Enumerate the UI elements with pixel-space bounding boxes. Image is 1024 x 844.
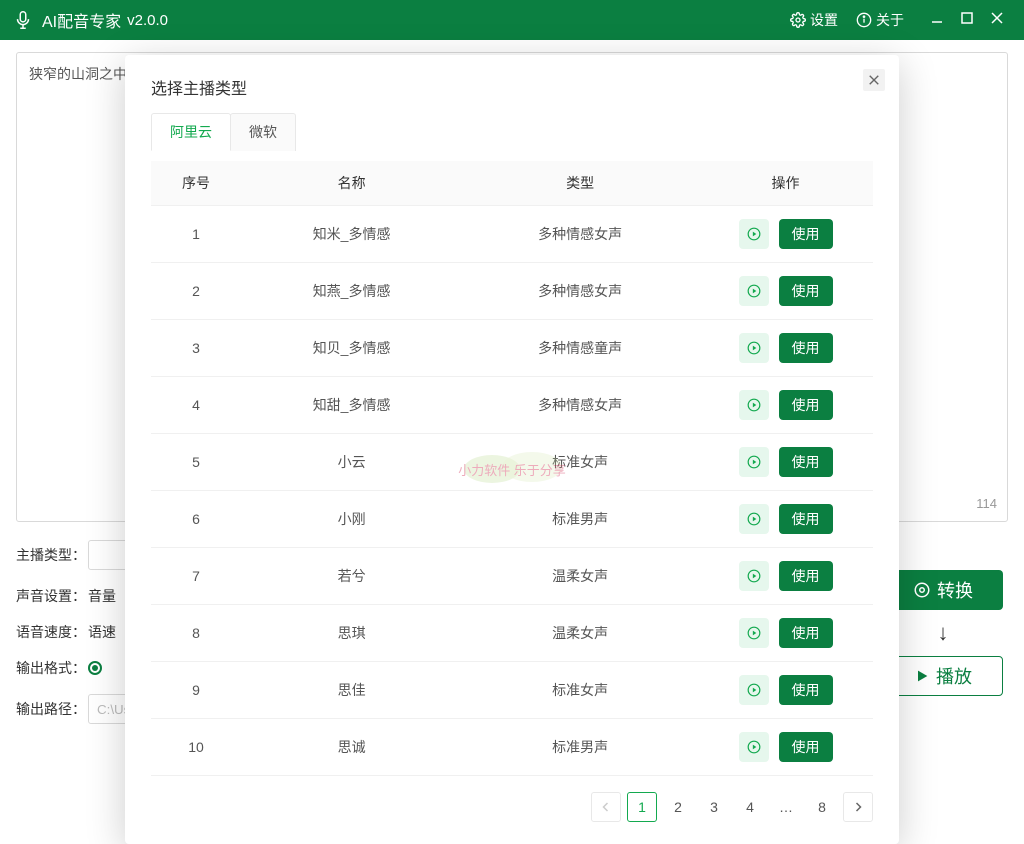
cell-name: 小刚 xyxy=(241,491,462,548)
use-voice-button[interactable]: 使用 xyxy=(779,333,833,363)
cell-type: 标准女声 xyxy=(462,434,698,491)
col-name: 名称 xyxy=(241,161,462,206)
cell-name: 知甜_多情感 xyxy=(241,377,462,434)
use-voice-button[interactable]: 使用 xyxy=(779,732,833,762)
page-number[interactable]: 2 xyxy=(663,792,693,822)
play-circle-icon xyxy=(747,227,761,241)
use-voice-button[interactable]: 使用 xyxy=(779,390,833,420)
preview-play-button[interactable] xyxy=(739,276,769,306)
table-row: 9思佳标准女声 使用 xyxy=(151,662,873,719)
use-voice-button[interactable]: 使用 xyxy=(779,675,833,705)
cell-name: 思诚 xyxy=(241,719,462,776)
table-row: 6小刚标准男声 使用 xyxy=(151,491,873,548)
table-row: 7若兮温柔女声 使用 xyxy=(151,548,873,605)
cell-index: 8 xyxy=(151,605,241,662)
page-next[interactable] xyxy=(843,792,873,822)
play-circle-icon xyxy=(747,341,761,355)
provider-tabs: 阿里云 微软 xyxy=(151,113,873,151)
cell-index: 5 xyxy=(151,434,241,491)
preview-play-button[interactable] xyxy=(739,561,769,591)
use-voice-button[interactable]: 使用 xyxy=(779,504,833,534)
preview-play-button[interactable] xyxy=(739,447,769,477)
chevron-left-icon xyxy=(601,802,611,812)
play-circle-icon xyxy=(747,740,761,754)
cell-type: 多种情感童声 xyxy=(462,320,698,377)
pagination: 1234…8 xyxy=(151,792,873,822)
preview-play-button[interactable] xyxy=(739,219,769,249)
cell-name: 知燕_多情感 xyxy=(241,263,462,320)
cell-index: 2 xyxy=(151,263,241,320)
cell-type: 多种情感女声 xyxy=(462,263,698,320)
cell-type: 温柔女声 xyxy=(462,605,698,662)
modal-close-button[interactable] xyxy=(863,69,885,91)
modal-title: 选择主播类型 xyxy=(151,75,873,99)
voice-table: 序号 名称 类型 操作 1知米_多情感多种情感女声使用2知燕_多情感多种情感女声… xyxy=(151,161,873,776)
page-ellipsis: … xyxy=(771,792,801,822)
use-voice-button[interactable]: 使用 xyxy=(779,447,833,477)
use-voice-button[interactable]: 使用 xyxy=(779,561,833,591)
play-circle-icon xyxy=(747,683,761,697)
preview-play-button[interactable] xyxy=(739,333,769,363)
page-number[interactable]: 3 xyxy=(699,792,729,822)
cell-index: 4 xyxy=(151,377,241,434)
table-row: 3知贝_多情感多种情感童声 使用 xyxy=(151,320,873,377)
cell-name: 知米_多情感 xyxy=(241,206,462,263)
table-row: 2知燕_多情感多种情感女声 使用 xyxy=(151,263,873,320)
cell-name: 思佳 xyxy=(241,662,462,719)
cell-type: 标准男声 xyxy=(462,719,698,776)
play-circle-icon xyxy=(747,284,761,298)
table-row: 4知甜_多情感多种情感女声 使用 xyxy=(151,377,873,434)
play-circle-icon xyxy=(747,455,761,469)
table-row: 5小云标准女声 使用 xyxy=(151,434,873,491)
preview-play-button[interactable] xyxy=(739,732,769,762)
table-row: 1知米_多情感多种情感女声 使用 xyxy=(151,206,873,263)
cell-type: 标准女声 xyxy=(462,662,698,719)
cell-index: 6 xyxy=(151,491,241,548)
use-voice-button[interactable]: 使用 xyxy=(779,618,833,648)
page-number[interactable]: 8 xyxy=(807,792,837,822)
tab-microsoft[interactable]: 微软 xyxy=(230,113,296,151)
cell-name: 知贝_多情感 xyxy=(241,320,462,377)
cell-index: 10 xyxy=(151,719,241,776)
page-number[interactable]: 1 xyxy=(627,792,657,822)
preview-play-button[interactable] xyxy=(739,504,769,534)
cell-name: 小云 xyxy=(241,434,462,491)
cell-index: 1 xyxy=(151,206,241,263)
preview-play-button[interactable] xyxy=(739,390,769,420)
tab-aliyun[interactable]: 阿里云 xyxy=(151,113,231,151)
cell-type: 多种情感女声 xyxy=(462,206,698,263)
col-ops: 操作 xyxy=(698,161,873,206)
cell-type: 温柔女声 xyxy=(462,548,698,605)
cell-name: 思琪 xyxy=(241,605,462,662)
cell-index: 9 xyxy=(151,662,241,719)
cell-index: 3 xyxy=(151,320,241,377)
cell-type: 标准男声 xyxy=(462,491,698,548)
cell-type: 多种情感女声 xyxy=(462,377,698,434)
play-circle-icon xyxy=(747,512,761,526)
use-voice-button[interactable]: 使用 xyxy=(779,219,833,249)
cell-name: 若兮 xyxy=(241,548,462,605)
chevron-right-icon xyxy=(853,802,863,812)
preview-play-button[interactable] xyxy=(739,675,769,705)
table-row: 8思琪温柔女声 使用 xyxy=(151,605,873,662)
play-circle-icon xyxy=(747,569,761,583)
voice-select-modal: 选择主播类型 阿里云 微软 序号 名称 类型 操作 1知米_多情感多种情感女声使… xyxy=(125,55,899,844)
page-prev[interactable] xyxy=(591,792,621,822)
preview-play-button[interactable] xyxy=(739,618,769,648)
play-circle-icon xyxy=(747,626,761,640)
use-voice-button[interactable]: 使用 xyxy=(779,276,833,306)
close-icon xyxy=(868,74,880,86)
play-circle-icon xyxy=(747,398,761,412)
col-index: 序号 xyxy=(151,161,241,206)
table-row: 10思诚标准男声 使用 xyxy=(151,719,873,776)
cell-index: 7 xyxy=(151,548,241,605)
page-number[interactable]: 4 xyxy=(735,792,765,822)
col-type: 类型 xyxy=(462,161,698,206)
